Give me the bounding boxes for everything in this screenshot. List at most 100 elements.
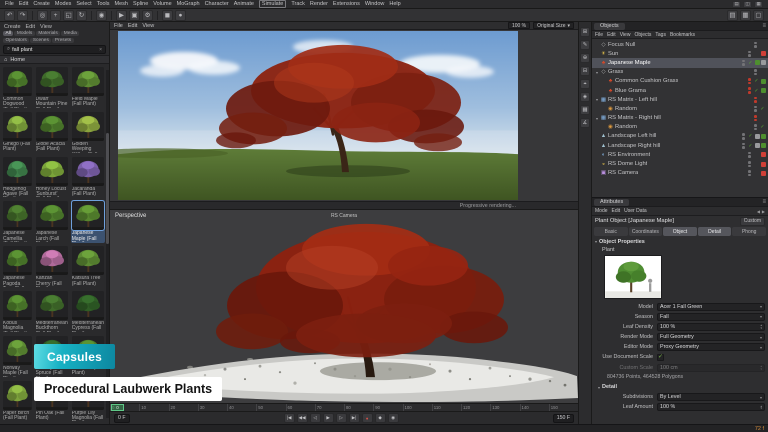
field-leaf-density[interactable]: 100 %▴▾ [657, 323, 765, 331]
prev-key-button[interactable]: ◀◀ [297, 413, 308, 423]
visibility-dots[interactable] [748, 78, 751, 84]
enable-toggle[interactable]: ✓ [753, 78, 760, 84]
object-rs-dome-light[interactable]: ◒RS Dome Light [592, 159, 768, 168]
filter-scenes[interactable]: Scenes [30, 38, 51, 43]
pen-tool-icon[interactable]: ✎ [580, 40, 590, 50]
visibility-dots[interactable] [754, 115, 757, 121]
asset-item-kobus-magnolia-fall-plant[interactable]: Kobus Magnolia (Fall Plant) [2, 290, 33, 333]
object-properties-header[interactable]: ▾ Object Properties [592, 237, 768, 246]
attr-menu-user-data[interactable]: User Data [624, 208, 647, 214]
objects-menu-objects[interactable]: Objects [634, 32, 651, 38]
rs-tag-icon[interactable] [761, 51, 766, 56]
object-japanese-maple[interactable]: ♣Japanese Maple✓ [592, 58, 768, 67]
render-settings-button[interactable]: ⚙ [142, 10, 153, 21]
enable-toggle[interactable]: ✓ [747, 60, 754, 66]
object-grass[interactable]: ▾◇Grass [592, 68, 768, 77]
play-button[interactable]: ▶ [323, 413, 334, 423]
move-button[interactable]: + [50, 10, 61, 21]
object-blue-grama[interactable]: ♣Blue Grama✓ [592, 86, 768, 95]
object-focus-null[interactable]: ◇Focus Null [592, 40, 768, 49]
object-rs-camera[interactable]: ▣RS Camera [592, 169, 768, 178]
dropdown-render-mode[interactable]: Full Geometry▾ [657, 333, 765, 341]
menu-mograph[interactable]: MoGraph [177, 1, 200, 7]
attr-tab-basic[interactable]: Basic [594, 227, 628, 236]
grid-tool-icon[interactable]: ▦ [580, 105, 590, 115]
attr-menu-mode[interactable]: Mode [595, 208, 608, 214]
redo-button[interactable]: ↷ [17, 10, 28, 21]
asset-item-golden-weeping-willow-fall-plant[interactable]: Golden Weeping Willow (Fall Plant) [71, 111, 105, 154]
enable-toggle[interactable]: ✓ [759, 106, 766, 112]
asset-item-dwarf-mountain-pine-fall-plant[interactable]: Dwarf Mountain Pine (Fall Plant) [35, 66, 69, 109]
attr-menu-edit[interactable]: Edit [612, 208, 621, 214]
asset-item-paper-birch-fall-plant[interactable]: Paper Birch (Fall Plant) [2, 380, 33, 423]
object-landscape-left-hill[interactable]: ▲Landscape Left hill✓ [592, 132, 768, 141]
start-frame-field[interactable]: 0 F [114, 414, 130, 423]
end-frame-field[interactable]: 150 F [553, 414, 574, 423]
layout-grid-icon[interactable]: ▦ [754, 1, 763, 8]
layout-panels-icon[interactable]: ▤ [732, 1, 741, 8]
enable-toggle[interactable]: ✓ [747, 143, 754, 149]
keyframe-button[interactable]: ◆ [375, 413, 386, 423]
rs-tag-icon[interactable] [761, 152, 766, 157]
render-menu-view[interactable]: View [142, 23, 154, 29]
menu-spline[interactable]: Spline [133, 1, 148, 7]
filter-media[interactable]: Media [61, 31, 79, 36]
asset-item-mediterranean-cypress-fall-plant[interactable]: Mediterranean Cypress (Fall Plant) [71, 290, 105, 333]
filter-operators[interactable]: Operators [3, 38, 29, 43]
visibility-dots[interactable] [748, 152, 751, 158]
visibility-dots[interactable] [748, 170, 751, 176]
size-mode-dropdown[interactable]: Original Size ▾ [533, 22, 574, 29]
mirror-tool-icon[interactable]: ⊟ [580, 66, 590, 76]
asset-item-hedgehog-agave-fall-plant[interactable]: Hedgehog Agave (Fall Plant) [2, 156, 33, 199]
visibility-dots[interactable] [748, 161, 751, 167]
asset-item-globe-acacia-fall-plant[interactable]: Globe Acacia (Fall Plant) [35, 111, 69, 154]
dropdown-editor-mode[interactable]: Proxy Geometry▾ [657, 343, 765, 351]
asset-menu-view[interactable]: View [40, 24, 52, 29]
objects-menu-file[interactable]: File [595, 32, 603, 38]
asset-item-jacaranda-fall-plant[interactable]: Jacaranda (Fall Plant) [71, 156, 105, 199]
live-selection-button[interactable]: ◎ [37, 10, 48, 21]
enable-toggle[interactable]: ✓ [759, 124, 766, 130]
perspective-viewport[interactable]: Perspective RS Camera [110, 209, 578, 403]
phong-tag-icon[interactable] [755, 143, 760, 148]
render-view[interactable] [110, 30, 578, 201]
breadcrumb-label[interactable]: Home [10, 57, 25, 63]
asset-item-japanese-maple-fall-plant[interactable]: Japanese Maple (Fall Plant) [71, 200, 105, 243]
filter-presets[interactable]: Presets [52, 38, 73, 43]
material-tag-icon[interactable] [761, 134, 766, 139]
checkbox-use-document-scale[interactable]: ✓ [657, 354, 664, 361]
menu-character[interactable]: Character [205, 1, 229, 7]
asset-item-japanese-camellia-fall-plant[interactable]: Japanese Camellia (Fall Plant) [2, 200, 33, 243]
scale-button[interactable]: ◱ [63, 10, 74, 21]
menu-volume[interactable]: Volume [153, 1, 171, 7]
axis-tool-icon[interactable]: ⌖ [580, 79, 590, 89]
asset-item-common-dogwood-fall-plant[interactable]: Common Dogwood (Fall Plant) [2, 66, 33, 109]
next-frame-button[interactable]: ▷ [336, 413, 347, 423]
asset-item-katsura-tree-fall-plant[interactable]: Katsura Tree (Fall Plant) [71, 245, 105, 288]
history-back-icon[interactable]: ◀ [757, 209, 760, 214]
zoom-level-field[interactable]: 100 % [508, 22, 530, 29]
panel-menu-icon[interactable]: ≡ [762, 23, 766, 29]
new-material-button[interactable]: ◼ [162, 10, 173, 21]
object-rs-matrix-left-hill[interactable]: ▾▦RS Matrix - Left hill [592, 95, 768, 104]
object-sun[interactable]: ☀Sun [592, 49, 768, 58]
objects-tab[interactable]: Objects [594, 23, 625, 30]
asset-item-mediterranean-buckthorn-fall-plant[interactable]: Mediterranean Buckthorn (Fall Plant) [35, 290, 69, 333]
objects-menu-view[interactable]: View [620, 32, 631, 38]
clear-search-icon[interactable]: × [99, 47, 102, 53]
custom-button[interactable]: Custom [740, 217, 765, 226]
menu-file[interactable]: File [5, 1, 14, 7]
panel-menu-icon[interactable]: ≡ [762, 199, 766, 205]
field-leaf-amount[interactable]: 100 %▴▾ [657, 403, 765, 411]
rotate-button[interactable]: ↻ [76, 10, 87, 21]
environment-button[interactable]: ● [175, 10, 186, 21]
asset-menu-create[interactable]: Create [4, 24, 21, 29]
magnet-tool-icon[interactable]: ⊕ [580, 53, 590, 63]
prev-frame-button[interactable]: ◁ [310, 413, 321, 423]
menu-tools[interactable]: Tools [97, 1, 110, 7]
asset-item-honey-locust-sunburst-fall-plant[interactable]: Honey Locust 'Sunburst' (Fall Plant) [35, 156, 69, 199]
layout-window-icon[interactable]: ◫ [743, 1, 752, 8]
field-custom-scale[interactable]: 100 cm▴▾ [657, 364, 765, 372]
visibility-dots[interactable] [754, 42, 757, 48]
record-button[interactable]: ● [362, 413, 373, 423]
